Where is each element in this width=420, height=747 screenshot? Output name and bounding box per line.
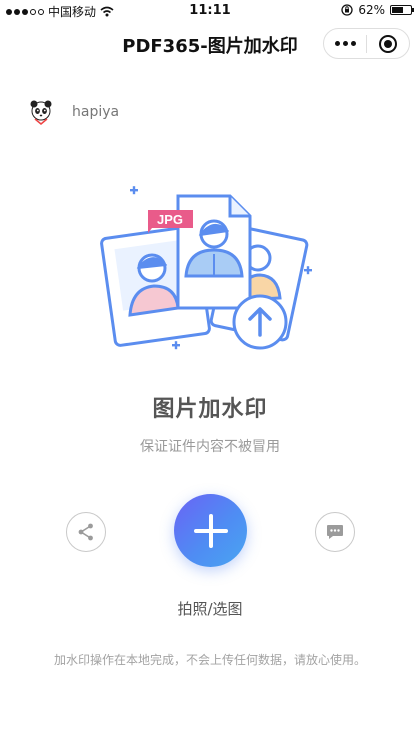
- close-button[interactable]: [367, 29, 409, 58]
- upload-arrow-icon: [232, 294, 288, 350]
- chat-bubble-icon: [327, 525, 343, 539]
- mini-program-capsule: [323, 28, 410, 59]
- feature-subtitle: 保证证件内容不被冒用: [140, 439, 280, 455]
- username: hapiya: [72, 104, 120, 120]
- feature-title: 图片加水印: [152, 397, 268, 422]
- status-bar: 中国移动 11:11 62%: [0, 0, 420, 22]
- rotation-lock-icon: [341, 4, 353, 16]
- add-photo-button[interactable]: [174, 494, 247, 567]
- share-icon: [78, 523, 93, 541]
- status-right: 62%: [341, 3, 414, 17]
- panda-avatar-icon: [30, 100, 52, 125]
- share-button[interactable]: [66, 512, 106, 552]
- plus-icon: [193, 513, 228, 548]
- battery-fill: [392, 7, 404, 13]
- nav-bar: PDF365-图片加水印: [0, 22, 420, 64]
- battery-icon: [390, 5, 414, 15]
- privacy-note: 加水印操作在本地完成，不会上传任何数据，请放心使用。: [53, 653, 366, 667]
- upload-illustration: JPG: [100, 186, 312, 350]
- more-button[interactable]: [324, 29, 366, 58]
- more-icon: [334, 41, 356, 46]
- user-row: hapiya: [26, 97, 119, 127]
- add-photo-label: 拍照/选图: [177, 600, 243, 618]
- jpg-badge-label: JPG: [157, 212, 183, 227]
- close-target-icon: [379, 34, 397, 53]
- battery-percent: 62%: [358, 3, 385, 17]
- chat-button[interactable]: [315, 512, 355, 552]
